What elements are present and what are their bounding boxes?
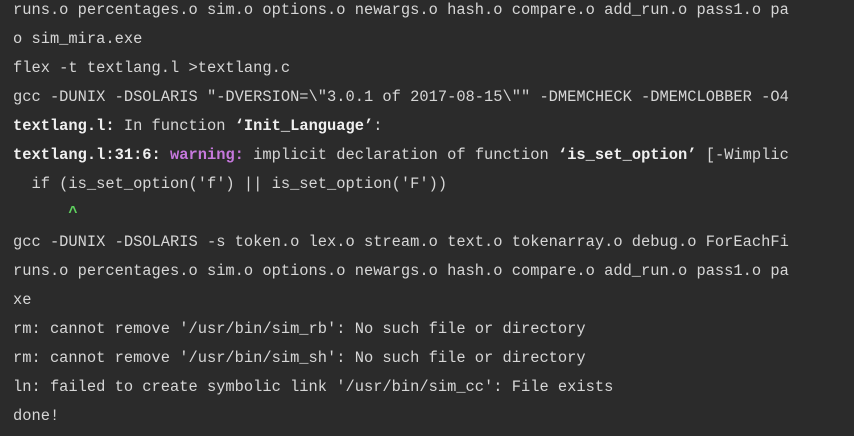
output-line: flex -t textlang.l >textlang.c [13, 59, 291, 77]
output-line: ln: failed to create symbolic link '/usr… [13, 378, 614, 396]
source-location: textlang.l:31:6: [13, 146, 161, 164]
output-line: done! [13, 407, 60, 425]
warning-flag: [-Wimplic [696, 146, 789, 164]
message-text: implicit declaration of function [243, 146, 558, 164]
function-name: ‘Init_Language’ [234, 117, 374, 135]
message-text: : [373, 117, 383, 135]
compiler-warning-line: textlang.l:31:6: warning: implicit decla… [0, 145, 854, 174]
output-line: rm: cannot remove '/usr/bin/sim_sh': No … [13, 349, 586, 367]
compiler-context-line: textlang.l: In function ‘Init_Language’: [0, 116, 854, 145]
output-line: xe [13, 291, 32, 309]
output-line: o sim_mira.exe [13, 30, 143, 48]
function-name: ‘is_set_option’ [557, 146, 697, 164]
caret-marker: ^ [13, 204, 78, 222]
output-line: gcc -DUNIX -DSOLARIS "-DVERSION=\"3.0.1 … [13, 88, 789, 106]
warning-label: warning: [170, 146, 244, 164]
terminal-output[interactable]: runs.o percentages.o sim.o options.o new… [0, 0, 854, 436]
output-line: runs.o percentages.o sim.o options.o new… [13, 1, 789, 19]
output-line: runs.o percentages.o sim.o options.o new… [13, 262, 789, 280]
source-code-line: if (is_set_option('f') || is_set_option(… [13, 175, 448, 193]
message-text: In function [114, 117, 235, 135]
output-line: rm: cannot remove '/usr/bin/sim_rb': No … [13, 320, 586, 338]
output-line: gcc -DUNIX -DSOLARIS -s token.o lex.o st… [13, 233, 789, 251]
source-location: textlang.l: [13, 117, 115, 135]
